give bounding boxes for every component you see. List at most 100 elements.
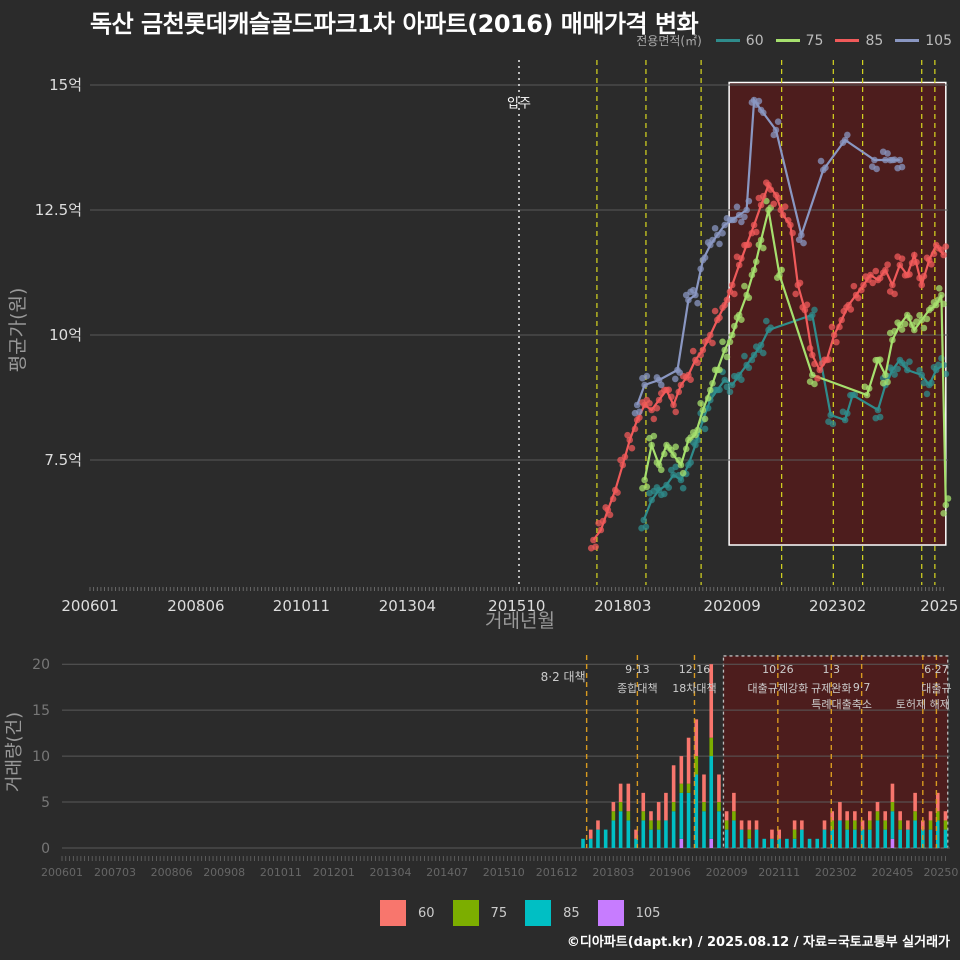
volume-bar-75: [618, 802, 623, 812]
volume-bar-60: [596, 820, 600, 830]
volume-x-tick-label: 201304: [369, 866, 411, 879]
trade-point-75: [759, 244, 767, 252]
trade-point-60: [763, 317, 770, 325]
x-tick-label: 200601: [61, 597, 118, 615]
volume-bar-60: [928, 811, 933, 821]
volume-bar-75: [845, 820, 849, 830]
volume-bar-85: [732, 820, 736, 848]
volume-x-tick-label: 200908: [203, 866, 245, 879]
volume-y-tick-label: 10: [32, 749, 50, 765]
trade-point-85: [891, 290, 898, 298]
volume-legend-label-105: 105: [635, 905, 661, 921]
volume-bar-85: [906, 829, 910, 848]
y-tick-label: 12.5억: [35, 201, 82, 219]
volume-bar-75: [928, 820, 933, 830]
volume-bar-85: [603, 829, 608, 848]
volume-bar-60: [838, 802, 842, 821]
volume-bar-85: [686, 792, 691, 848]
volume-bar-75: [686, 783, 691, 793]
trade-point-75: [741, 282, 748, 290]
volume-legend-label-75: 75: [490, 905, 508, 921]
volume-bar-85: [792, 838, 797, 848]
trade-point-85: [770, 200, 778, 208]
trade-point-85: [833, 338, 840, 346]
volume-x-tick-label: 202405: [871, 866, 913, 879]
trade-point-60: [811, 306, 818, 314]
volume-bar-85: [581, 838, 585, 848]
volume-bar-60: [822, 820, 827, 830]
trade-point-60: [829, 420, 837, 428]
volume-bar-75: [853, 820, 857, 830]
trade-point-60: [679, 484, 687, 492]
volume-bar-75: [724, 820, 729, 830]
trade-point-60: [738, 376, 745, 383]
volume-bar-75: [671, 802, 676, 812]
volume-bar-85: [611, 820, 616, 848]
volume-legend-swatch-60: [380, 900, 406, 926]
volume-bar-60: [656, 802, 661, 821]
policy-label: 18차대책: [672, 682, 716, 695]
trade-point-85: [709, 339, 716, 347]
volume-bar-75: [702, 802, 706, 812]
trade-point-105: [817, 157, 825, 165]
volume-bar-75: [649, 820, 653, 830]
volume-bar-75: [641, 811, 646, 821]
volume-bar-60: [845, 811, 849, 821]
trade-point-105: [800, 239, 807, 247]
trade-point-105: [636, 408, 643, 416]
volume-bar-85: [822, 829, 827, 848]
volume-bar-75: [792, 829, 797, 839]
trade-point-85: [672, 408, 680, 416]
trade-point-105: [844, 131, 851, 139]
chart-canvas: 7.5억 10억 12.5억 15억입주 200601 200806 201011 20130…: [4, 60, 958, 879]
volume-bar-60: [618, 783, 623, 803]
volume-bar-60: [747, 820, 752, 830]
volume-bar-60: [686, 737, 691, 784]
volume-bar-75: [611, 811, 616, 821]
volume-bar-85: [739, 829, 744, 848]
trade-point-75: [935, 285, 943, 292]
trade-point-85: [628, 444, 636, 452]
volume-bar-85: [800, 829, 804, 848]
volume-x-tick-label: 201803: [592, 866, 634, 879]
volume-y-tick-label: 0: [41, 841, 50, 857]
volume-bar-60: [868, 811, 872, 821]
volume-bar-60: [770, 829, 774, 839]
trade-point-105: [741, 213, 748, 221]
trade-point-60: [642, 523, 650, 531]
trade-point-105: [716, 240, 723, 248]
volume-legend-item-85: 85: [525, 900, 580, 926]
volume-bar-85: [754, 829, 759, 848]
trade-point-105: [774, 118, 782, 126]
volume-bar-60: [739, 820, 744, 830]
x-axis-label: 거래년월: [485, 610, 555, 632]
volume-legend-label-85: 85: [563, 905, 580, 921]
volume-bar-60: [724, 811, 729, 821]
volume-x-tick-label: 200806: [151, 866, 193, 879]
trade-point-75: [697, 399, 704, 407]
volume-x-tick-label: 201407: [426, 866, 468, 879]
volume-x-tick-label: 202111: [758, 866, 800, 879]
volume-bar-105: [709, 838, 714, 848]
trade-point-85: [872, 267, 880, 275]
trade-point-60: [876, 413, 884, 421]
volume-legend-swatch-75: [452, 900, 479, 926]
volume-bar-75: [875, 811, 880, 821]
trade-point-85: [792, 290, 799, 298]
volume-legend: 60 75 85 105: [380, 900, 678, 926]
volume-legend-item-105: 105: [597, 900, 661, 926]
trade-point-85: [752, 228, 760, 236]
trade-point-85: [942, 243, 950, 250]
volume-bar-60: [875, 802, 880, 812]
volume-bar-60: [732, 792, 736, 812]
volume-bar-85: [626, 820, 631, 848]
policy-date: 6·27: [924, 663, 949, 676]
volume-bar-75: [709, 737, 714, 757]
volume-bar-85: [641, 820, 646, 848]
volume-x-tick-label: 201906: [649, 866, 691, 879]
trade-point-105: [711, 224, 719, 232]
volume-bar-60: [679, 756, 684, 784]
policy-label: 규제완화: [811, 682, 851, 695]
trade-point-85: [731, 290, 738, 298]
volume-y-tick-label: 15: [32, 703, 50, 719]
